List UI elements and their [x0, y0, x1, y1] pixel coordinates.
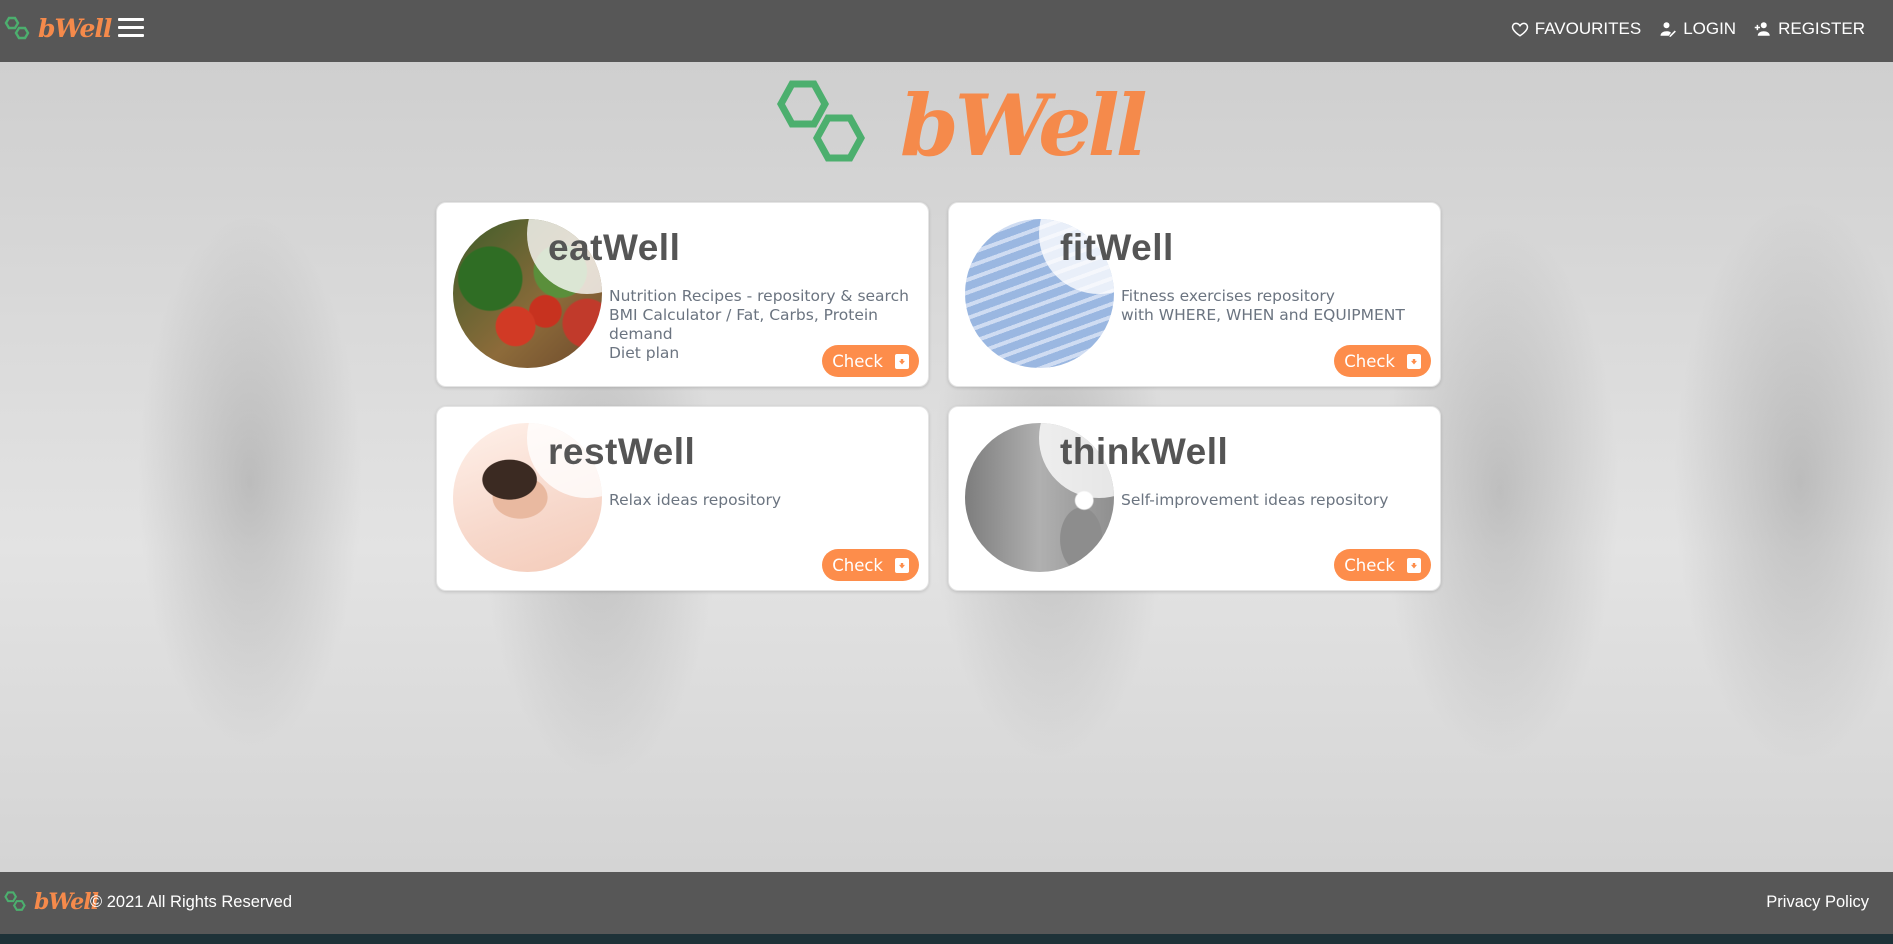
card-fitwell: fitWell Fitness exercises repository wit… — [948, 202, 1441, 387]
download-box-icon — [1407, 353, 1421, 369]
os-taskbar — [0, 934, 1893, 944]
card-title: thinkWell — [1060, 431, 1229, 472]
user-login-icon — [1660, 22, 1677, 37]
privacy-policy-link[interactable]: Privacy Policy — [1766, 893, 1869, 912]
top-navbar: bWell FAVOURITES LOGIN REGISTER — [0, 0, 1893, 62]
nav-login[interactable]: LOGIN — [1659, 19, 1736, 39]
user-add-icon — [1754, 22, 1770, 36]
download-box-icon — [895, 557, 909, 573]
download-box-icon — [1407, 557, 1421, 573]
footer-brand[interactable]: bWell — [2, 889, 99, 915]
copyright-text: © 2021 All Rights Reserved — [90, 893, 293, 911]
card-description: Self-improvement ideas repository — [1121, 491, 1421, 510]
download-box-icon — [895, 353, 909, 369]
brand-name: bWell — [38, 14, 112, 43]
brand-name: bWell — [34, 889, 99, 915]
card-restwell: restWell Relax ideas repository Check — [436, 406, 929, 591]
nav-register-label: REGISTER — [1778, 19, 1865, 38]
card-thinkwell: thinkWell Self-improvement ideas reposit… — [948, 406, 1441, 591]
card-line: Fitness exercises repository — [1121, 287, 1335, 305]
card-line: Relax ideas repository — [609, 491, 782, 509]
hero-logo: bWell — [772, 76, 1147, 175]
check-button-label: Check — [832, 351, 883, 371]
card-title: eatWell — [548, 227, 681, 268]
check-button[interactable]: Check — [1334, 345, 1431, 377]
card-title: fitWell — [1060, 227, 1174, 268]
navbar-brand[interactable]: bWell — [2, 14, 112, 43]
footer: bWell © 2021 All Rights Reserved Privacy… — [0, 872, 1893, 934]
nav-login-label: LOGIN — [1683, 19, 1737, 38]
nav-favourites-label: FAVOURITES — [1534, 19, 1642, 38]
nav-links: FAVOURITES LOGIN REGISTER — [1511, 19, 1865, 39]
hexagon-logo-icon — [777, 80, 865, 162]
hexagon-logo-icon — [4, 16, 30, 39]
check-button[interactable]: Check — [1334, 549, 1431, 581]
background-image — [0, 62, 1893, 872]
hamburger-menu-icon[interactable] — [118, 18, 144, 40]
check-button[interactable]: Check — [822, 549, 919, 581]
check-button-label: Check — [1344, 555, 1395, 575]
card-line: BMI Calculator / Fat, Carbs, Protein dem… — [609, 306, 879, 343]
heart-icon — [1511, 22, 1528, 37]
card-line: Self-improvement ideas repository — [1121, 491, 1389, 509]
hexagon-logo-icon — [4, 891, 26, 911]
card-description: Fitness exercises repository with WHERE,… — [1121, 287, 1421, 325]
card-line: with WHERE, WHEN and EQUIPMENT — [1121, 306, 1405, 324]
hero-brand-name: bWell — [900, 76, 1147, 175]
check-button[interactable]: Check — [822, 345, 919, 377]
check-button-label: Check — [832, 555, 883, 575]
card-title: restWell — [548, 431, 696, 472]
card-line: Nutrition Recipes - repository & search — [609, 287, 909, 305]
nav-favourites[interactable]: FAVOURITES — [1511, 19, 1641, 39]
check-button-label: Check — [1344, 351, 1395, 371]
nav-register[interactable]: REGISTER — [1754, 19, 1865, 39]
card-eatwell: eatWell Nutrition Recipes - repository &… — [436, 202, 929, 387]
card-description: Relax ideas repository — [609, 491, 909, 510]
